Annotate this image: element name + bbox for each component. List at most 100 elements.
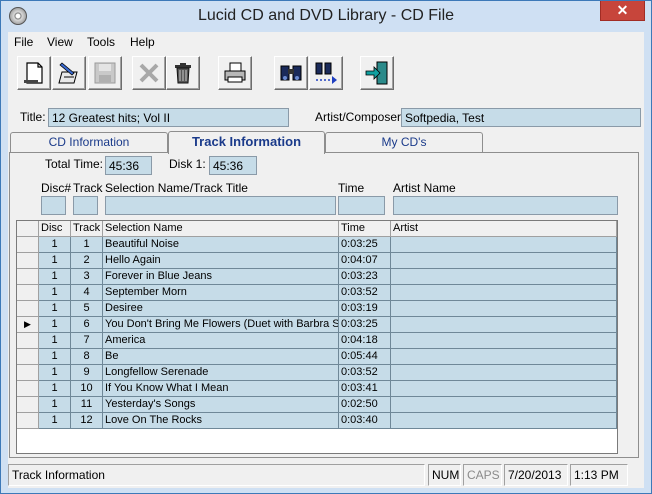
grid-cell-track[interactable]: 12	[71, 413, 103, 429]
table-row[interactable]: 1 3 Forever in Blue Jeans 0:03:23	[17, 269, 617, 285]
track-grid[interactable]: Disc Track Selection Name Time Artist 11…	[16, 220, 618, 454]
grid-cell-track[interactable]: 9	[71, 365, 103, 381]
grid-cell-time[interactable]: 0:03:23	[339, 269, 391, 285]
grid-cell-time[interactable]: 0:04:18	[339, 333, 391, 349]
table-row[interactable]: 1 5 Desiree 0:03:19	[17, 301, 617, 317]
close-button[interactable]: ✕	[600, 1, 645, 21]
title-field[interactable]: 12 Greatest hits; Vol II	[48, 108, 289, 127]
grid-cell-disc[interactable]: 1	[39, 253, 71, 269]
new-button[interactable]	[17, 56, 51, 90]
current-row-pointer-icon[interactable]: ▶	[17, 317, 39, 333]
grid-cell-artist[interactable]	[391, 301, 617, 317]
grid-cell-track[interactable]: 3	[71, 269, 103, 285]
entry-time-input[interactable]	[338, 196, 385, 215]
row-indicator[interactable]	[17, 301, 39, 317]
grid-cell-artist[interactable]	[391, 237, 617, 253]
table-row[interactable]: 1 2 Hello Again 0:04:07	[17, 253, 617, 269]
grid-cell-disc[interactable]: 1	[39, 349, 71, 365]
artist-field[interactable]: Softpedia, Test	[401, 108, 641, 127]
grid-cell-selection-name[interactable]: Hello Again	[103, 253, 339, 269]
menu-view[interactable]: View	[47, 35, 73, 49]
row-indicator[interactable]	[17, 237, 39, 253]
grid-cell-time[interactable]: 0:03:40	[339, 413, 391, 429]
grid-header-selection-name[interactable]: Selection Name	[103, 221, 339, 237]
grid-cell-artist[interactable]	[391, 285, 617, 301]
grid-cell-track[interactable]: 6	[71, 317, 103, 333]
grid-cell-disc[interactable]: 1	[39, 285, 71, 301]
trash-button[interactable]	[166, 56, 200, 90]
row-indicator[interactable]	[17, 333, 39, 349]
table-row[interactable]: 1 8 Be 0:05:44	[17, 349, 617, 365]
grid-cell-artist[interactable]	[391, 349, 617, 365]
grid-cell-disc[interactable]: 1	[39, 301, 71, 317]
menu-file[interactable]: File	[14, 35, 33, 49]
row-indicator[interactable]	[17, 349, 39, 365]
grid-cell-artist[interactable]	[391, 413, 617, 429]
grid-cell-selection-name[interactable]: If You Know What I Mean	[103, 381, 339, 397]
grid-cell-disc[interactable]: 1	[39, 269, 71, 285]
table-row[interactable]: 1 10 If You Know What I Mean 0:03:41	[17, 381, 617, 397]
table-row[interactable]: 1 7 America 0:04:18	[17, 333, 617, 349]
grid-cell-artist[interactable]	[391, 333, 617, 349]
grid-cell-track[interactable]: 8	[71, 349, 103, 365]
grid-cell-selection-name[interactable]: Be	[103, 349, 339, 365]
grid-cell-track[interactable]: 10	[71, 381, 103, 397]
grid-cell-selection-name[interactable]: Yesterday's Songs	[103, 397, 339, 413]
grid-cell-selection-name[interactable]: September Morn	[103, 285, 339, 301]
grid-header-disc[interactable]: Disc	[39, 221, 71, 237]
grid-cell-selection-name[interactable]: Love On The Rocks	[103, 413, 339, 429]
grid-cell-track[interactable]: 5	[71, 301, 103, 317]
find-next-button[interactable]	[309, 56, 343, 90]
row-indicator[interactable]	[17, 285, 39, 301]
row-indicator[interactable]	[17, 365, 39, 381]
grid-cell-artist[interactable]	[391, 269, 617, 285]
row-indicator[interactable]	[17, 269, 39, 285]
grid-cell-time[interactable]: 0:03:52	[339, 365, 391, 381]
tab-cd-information[interactable]: CD Information	[10, 132, 168, 153]
grid-cell-disc[interactable]: 1	[39, 397, 71, 413]
entry-artist-input[interactable]	[393, 196, 618, 215]
row-indicator[interactable]	[17, 381, 39, 397]
grid-cell-disc[interactable]: 1	[39, 365, 71, 381]
edit-button[interactable]	[52, 56, 86, 90]
table-row[interactable]: 1 4 September Morn 0:03:52	[17, 285, 617, 301]
grid-cell-disc[interactable]: 1	[39, 333, 71, 349]
grid-header-time[interactable]: Time	[339, 221, 391, 237]
grid-cell-track[interactable]: 7	[71, 333, 103, 349]
grid-cell-time[interactable]: 0:03:25	[339, 237, 391, 253]
row-indicator[interactable]	[17, 253, 39, 269]
grid-cell-time[interactable]: 0:03:19	[339, 301, 391, 317]
exit-button[interactable]	[360, 56, 394, 90]
tab-my-cds[interactable]: My CD's	[325, 132, 483, 153]
grid-cell-track[interactable]: 4	[71, 285, 103, 301]
tab-track-information[interactable]: Track Information	[168, 131, 325, 154]
grid-cell-artist[interactable]	[391, 317, 617, 333]
grid-cell-time[interactable]: 0:03:41	[339, 381, 391, 397]
grid-cell-time[interactable]: 0:03:52	[339, 285, 391, 301]
grid-cell-time[interactable]: 0:03:25	[339, 317, 391, 333]
grid-cell-artist[interactable]	[391, 397, 617, 413]
grid-cell-selection-name[interactable]: Beautiful Noise	[103, 237, 339, 253]
table-row[interactable]: 1 1 Beautiful Noise 0:03:25	[17, 237, 617, 253]
grid-cell-disc[interactable]: 1	[39, 237, 71, 253]
table-row[interactable]: 1 9 Longfellow Serenade 0:03:52	[17, 365, 617, 381]
grid-cell-disc[interactable]: 1	[39, 381, 71, 397]
grid-header-track[interactable]: Track	[71, 221, 103, 237]
table-row[interactable]: ▶ 1 6 You Don't Bring Me Flowers (Duet with…	[17, 317, 617, 333]
grid-cell-time[interactable]: 0:05:44	[339, 349, 391, 365]
grid-cell-track[interactable]: 2	[71, 253, 103, 269]
grid-cell-artist[interactable]	[391, 253, 617, 269]
grid-cell-disc[interactable]: 1	[39, 317, 71, 333]
print-button[interactable]	[218, 56, 252, 90]
menu-help[interactable]: Help	[130, 35, 155, 49]
grid-cell-time[interactable]: 0:04:07	[339, 253, 391, 269]
grid-cell-artist[interactable]	[391, 365, 617, 381]
grid-cell-selection-name[interactable]: America	[103, 333, 339, 349]
row-indicator[interactable]	[17, 397, 39, 413]
table-row[interactable]: 1 12 Love On The Rocks 0:03:40	[17, 413, 617, 429]
entry-disc-input[interactable]	[41, 196, 66, 215]
grid-cell-selection-name[interactable]: You Don't Bring Me Flowers (Duet with Ba…	[103, 317, 339, 333]
delete-button[interactable]	[132, 56, 166, 90]
grid-cell-selection-name[interactable]: Forever in Blue Jeans	[103, 269, 339, 285]
grid-cell-time[interactable]: 0:02:50	[339, 397, 391, 413]
